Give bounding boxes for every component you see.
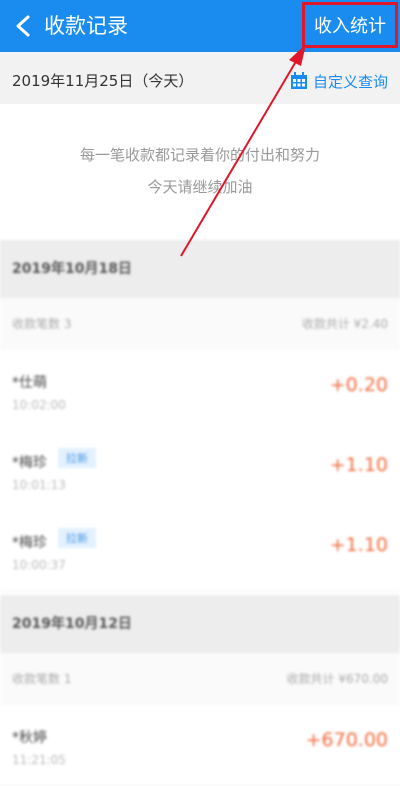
- payer-name: *秋婷: [12, 730, 47, 746]
- record-row[interactable]: *秋婷 11:21:05 +670.00: [0, 705, 400, 786]
- group-header: 2019年10月12日: [0, 595, 400, 653]
- custom-query-button[interactable]: 自定义查询: [289, 52, 388, 110]
- payer-name: *梅珍: [12, 455, 47, 471]
- record-row[interactable]: *梅珍 拉新 10:00:37 +1.10: [0, 510, 400, 591]
- income-stats-button[interactable]: 收入统计: [302, 2, 398, 48]
- group-header: 2019年10月18日: [0, 240, 400, 298]
- group-date: 2019年10月12日: [12, 616, 132, 632]
- back-button[interactable]: [8, 9, 40, 43]
- custom-query-label: 自定义查询: [312, 72, 388, 91]
- current-date: 2019年11月25日（今天）: [12, 72, 194, 90]
- payer-name: *仕萌: [12, 375, 47, 391]
- group-summary: 收款笔数 3 收款共计 ¥2.40: [0, 298, 400, 351]
- record-amount: +1.10: [329, 454, 388, 476]
- group-date: 2019年10月18日: [12, 261, 132, 277]
- record-amount: +0.20: [329, 374, 388, 396]
- record-amount: +1.10: [329, 534, 388, 556]
- receipt-total: 收款共计 ¥2.40: [301, 317, 388, 331]
- page-title: 收款记录: [44, 14, 128, 38]
- receipt-count: 收款笔数 3: [12, 317, 72, 331]
- calendar-icon: [290, 72, 307, 89]
- empty-message-line2: 今天请继续加油: [147, 178, 253, 196]
- record-row[interactable]: *梅珍 拉新 10:01:13 +1.10: [0, 430, 400, 511]
- group-summary: 收款笔数 1 收款共计 ¥670.00: [0, 653, 400, 706]
- record-time: 10:02:00: [12, 398, 66, 412]
- record-row[interactable]: *仕萌 10:02:00 +0.20: [0, 350, 400, 431]
- date-bar: 2019年11月25日（今天） 自定义查询: [0, 52, 400, 104]
- chevron-left-icon: [16, 15, 30, 37]
- payer-name: *梅珍: [12, 535, 47, 551]
- record-time: 10:00:37: [12, 558, 66, 572]
- app-header: 收款记录 收入统计: [0, 0, 400, 52]
- record-amount: +670.00: [305, 729, 388, 751]
- record-tag: 拉新: [58, 448, 96, 468]
- record-time: 11:21:05: [12, 753, 66, 767]
- record-tag: 拉新: [58, 528, 96, 548]
- empty-state: 每一笔收款都记录着你的付出和努力 今天请继续加油: [0, 104, 400, 240]
- receipt-count: 收款笔数 1: [12, 672, 72, 686]
- receipt-total: 收款共计 ¥670.00: [286, 672, 388, 686]
- record-time: 10:01:13: [12, 478, 66, 492]
- empty-message-line1: 每一笔收款都记录着你的付出和努力: [79, 146, 320, 164]
- records-list: 2019年10月18日 收款笔数 3 收款共计 ¥2.40 *仕萌 10:02:…: [0, 240, 400, 786]
